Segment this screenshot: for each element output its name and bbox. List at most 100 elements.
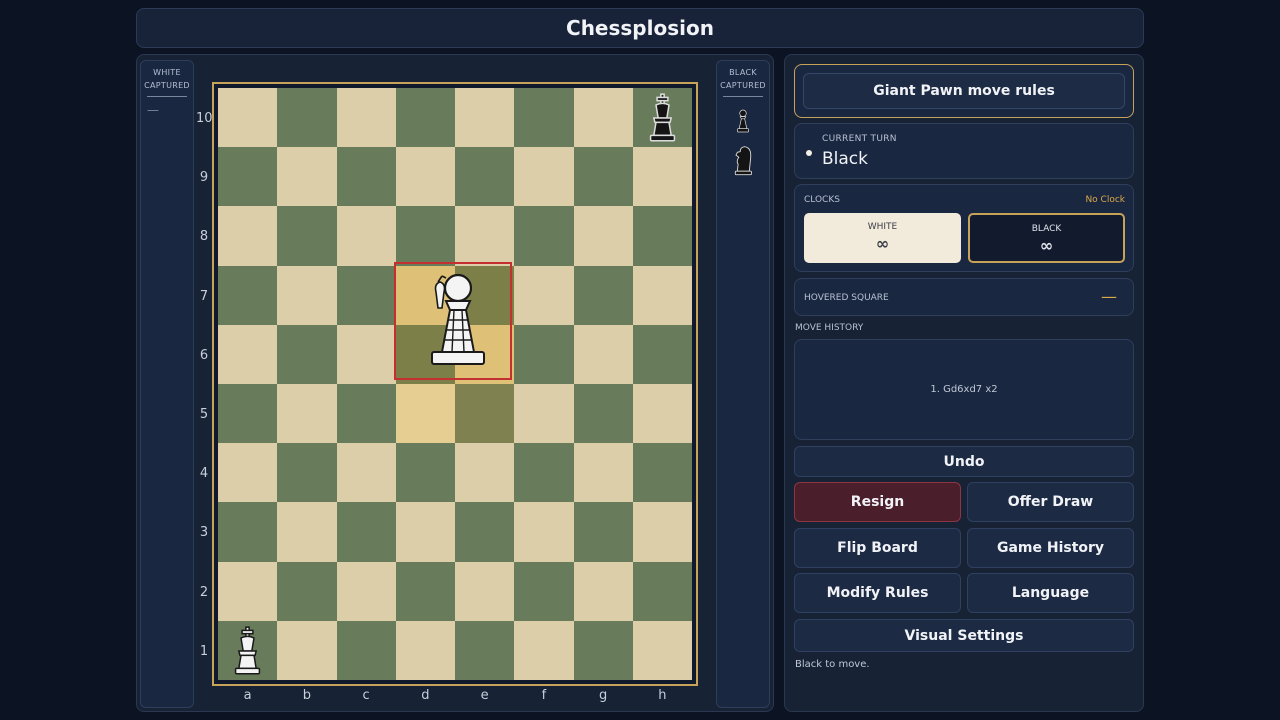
flip-board-button[interactable]: Flip Board [794, 528, 961, 568]
file-label: b [302, 688, 311, 703]
square-c7[interactable] [336, 265, 396, 325]
black-captured-label: BLACK CAPTURED [720, 68, 766, 90]
square-f7[interactable] [514, 265, 574, 325]
square-g9[interactable] [573, 147, 633, 207]
undo-button[interactable]: Undo [794, 446, 1134, 477]
square-h6[interactable] [632, 324, 692, 384]
square-d8[interactable] [395, 206, 455, 266]
square-c3[interactable] [336, 502, 396, 562]
square-b6[interactable] [277, 324, 337, 384]
square-a5[interactable] [218, 384, 278, 444]
file-label: a [243, 688, 252, 703]
square-d3[interactable] [395, 502, 455, 562]
square-e4[interactable] [455, 443, 515, 503]
square-d1[interactable] [395, 620, 455, 680]
square-h9[interactable] [632, 147, 692, 207]
white-king-icon[interactable] [224, 625, 271, 677]
square-b10[interactable] [277, 88, 337, 148]
square-a10[interactable] [218, 88, 278, 148]
square-b4[interactable] [277, 443, 337, 503]
square-b3[interactable] [277, 502, 337, 562]
move-history-list[interactable]: 1. Gd6xd7 x2 [794, 339, 1134, 440]
offer-draw-button[interactable]: Offer Draw [967, 482, 1134, 522]
rank-label: 1 [199, 643, 209, 659]
square-b5[interactable] [277, 384, 337, 444]
square-h5[interactable] [632, 384, 692, 444]
square-g1[interactable] [573, 620, 633, 680]
square-d9[interactable] [395, 147, 455, 207]
language-button[interactable]: Language [967, 573, 1134, 613]
file-label: c [362, 688, 370, 703]
square-f9[interactable] [514, 147, 574, 207]
square-a4[interactable] [218, 443, 278, 503]
square-g5[interactable] [573, 384, 633, 444]
game-history-button[interactable]: Game History [967, 528, 1134, 568]
square-f10[interactable] [514, 88, 574, 148]
modify-rules-button[interactable]: Modify Rules [794, 573, 961, 613]
square-a3[interactable] [218, 502, 278, 562]
rank-label: 8 [199, 229, 209, 245]
square-b7[interactable] [277, 265, 337, 325]
square-h10[interactable] [632, 88, 692, 148]
square-b9[interactable] [277, 147, 337, 207]
square-h8[interactable] [632, 206, 692, 266]
square-b8[interactable] [277, 206, 337, 266]
square-c4[interactable] [336, 443, 396, 503]
square-f3[interactable] [514, 502, 574, 562]
square-g4[interactable] [573, 443, 633, 503]
square-f8[interactable] [514, 206, 574, 266]
square-g2[interactable] [573, 561, 633, 621]
square-e7[interactable] [455, 265, 515, 325]
square-h2[interactable] [632, 561, 692, 621]
square-e2[interactable] [455, 561, 515, 621]
square-a2[interactable] [218, 561, 278, 621]
giant-pawn-rules-button[interactable]: Giant Pawn move rules [803, 73, 1125, 109]
square-e6[interactable] [455, 324, 515, 384]
square-e10[interactable] [455, 88, 515, 148]
square-b2[interactable] [277, 561, 337, 621]
square-f4[interactable] [514, 443, 574, 503]
square-g8[interactable] [573, 206, 633, 266]
square-h7[interactable] [632, 265, 692, 325]
board-frame [212, 82, 698, 686]
square-c8[interactable] [336, 206, 396, 266]
square-g7[interactable] [573, 265, 633, 325]
square-b1[interactable] [277, 620, 337, 680]
square-a9[interactable] [218, 147, 278, 207]
square-h4[interactable] [632, 443, 692, 503]
square-f5[interactable] [514, 384, 574, 444]
square-h1[interactable] [632, 620, 692, 680]
square-c5[interactable] [336, 384, 396, 444]
square-g3[interactable] [573, 502, 633, 562]
square-g10[interactable] [573, 88, 633, 148]
square-e9[interactable] [455, 147, 515, 207]
square-d2[interactable] [395, 561, 455, 621]
square-c2[interactable] [336, 561, 396, 621]
square-d6[interactable] [395, 324, 455, 384]
square-f2[interactable] [514, 561, 574, 621]
square-a7[interactable] [218, 265, 278, 325]
visual-settings-button[interactable]: Visual Settings [794, 619, 1134, 652]
square-e3[interactable] [455, 502, 515, 562]
square-a1[interactable] [218, 620, 278, 680]
square-d7[interactable] [395, 265, 455, 325]
square-c10[interactable] [336, 88, 396, 148]
square-c1[interactable] [336, 620, 396, 680]
square-a8[interactable] [218, 206, 278, 266]
square-g6[interactable] [573, 324, 633, 384]
square-e5[interactable] [455, 384, 515, 444]
square-f1[interactable] [514, 620, 574, 680]
square-e8[interactable] [455, 206, 515, 266]
square-d10[interactable] [395, 88, 455, 148]
square-c9[interactable] [336, 147, 396, 207]
chess-board[interactable] [218, 88, 692, 680]
square-c6[interactable] [336, 324, 396, 384]
square-d5[interactable] [395, 384, 455, 444]
square-d4[interactable] [395, 443, 455, 503]
square-a6[interactable] [218, 324, 278, 384]
square-h3[interactable] [632, 502, 692, 562]
square-f6[interactable] [514, 324, 574, 384]
black-king-icon[interactable] [639, 92, 686, 144]
square-e1[interactable] [455, 620, 515, 680]
resign-button[interactable]: Resign [794, 482, 961, 522]
